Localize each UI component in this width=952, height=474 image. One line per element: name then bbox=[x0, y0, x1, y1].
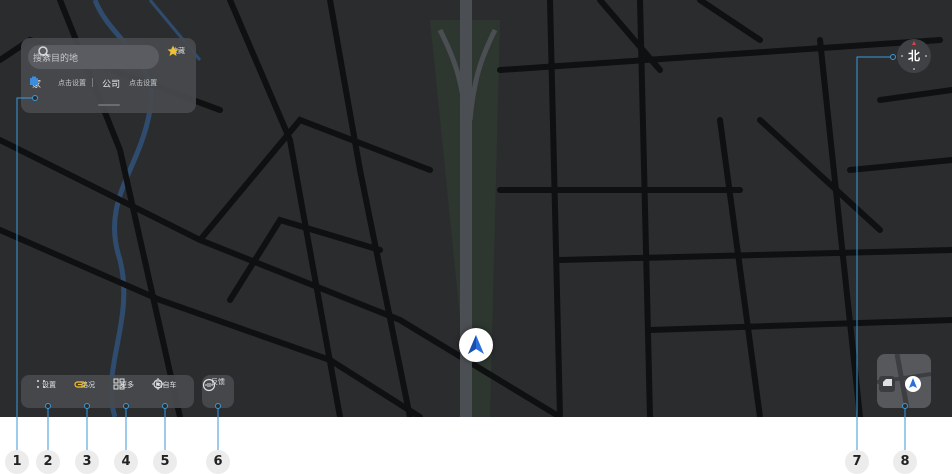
callout-number: 6 bbox=[206, 450, 230, 474]
callout-number: 4 bbox=[114, 450, 138, 474]
callout-lines bbox=[16, 54, 908, 450]
callout-number: 3 bbox=[75, 450, 99, 474]
callout-number: 2 bbox=[36, 450, 60, 474]
callout-number: 7 bbox=[845, 450, 869, 474]
callout-number: 5 bbox=[153, 450, 177, 474]
callout-number: 1 bbox=[5, 450, 29, 474]
callout-number: 8 bbox=[893, 450, 917, 474]
